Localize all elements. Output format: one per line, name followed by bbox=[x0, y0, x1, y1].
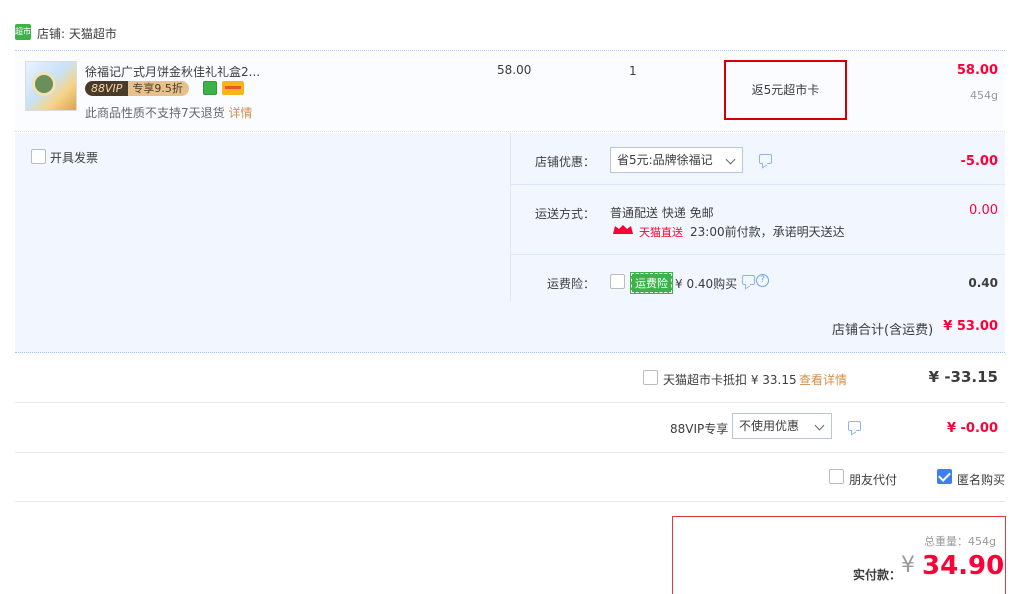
friend-pay-checkbox[interactable] bbox=[829, 469, 844, 484]
return-policy-note: 此商品性质不支持7天退货 详情 bbox=[85, 104, 252, 121]
insurance-checkbox[interactable] bbox=[610, 274, 625, 289]
invoice-label: 开具发票 bbox=[50, 151, 99, 165]
vip-select[interactable]: 不使用优惠 bbox=[732, 413, 832, 439]
vip-amount: ¥ -0.00 bbox=[946, 421, 998, 436]
shop-discount-amount: -5.00 bbox=[960, 154, 998, 169]
quantity: 1 bbox=[629, 64, 637, 78]
chevron-down-icon bbox=[725, 154, 736, 165]
card-deduct-amount: ¥ -33.15 bbox=[928, 368, 998, 386]
vip-select-value: 不使用优惠 bbox=[739, 419, 800, 433]
friend-pay-label: 朋友代付 bbox=[849, 473, 898, 487]
vip-label: 88VIP专享 bbox=[670, 422, 729, 436]
help-icon[interactable]: ? bbox=[756, 274, 769, 287]
product-title-link[interactable]: 徐福记广式月饼金秋佳礼礼盒2... bbox=[85, 63, 260, 80]
promo-highlight-box: 返5元超市卡 bbox=[724, 60, 847, 120]
return-policy-text: 此商品性质不支持7天退货 bbox=[85, 106, 225, 120]
message-icon[interactable] bbox=[742, 275, 755, 285]
details-link[interactable]: 详情 bbox=[228, 106, 252, 120]
item-subtotal: 58.00 bbox=[956, 63, 998, 78]
service-badge-icon bbox=[203, 81, 217, 95]
divider bbox=[15, 402, 1005, 403]
vip-discount-tag: 88VIP 专享9.5折 bbox=[85, 81, 189, 96]
tmall-supermarket-icon: 超市 bbox=[15, 24, 31, 40]
insurance-amount: 0.40 bbox=[968, 276, 998, 290]
insurance-price: ¥ 0.40购买 bbox=[675, 277, 738, 291]
vip-tag-label: 88VIP bbox=[85, 81, 129, 96]
anonymous-checkbox[interactable] bbox=[937, 469, 952, 484]
shop-discount-select[interactable]: 省5元:品牌徐福记 bbox=[610, 147, 743, 173]
delivery-promise: 23:00前付款，承诺明天送达 bbox=[690, 225, 845, 239]
chevron-down-icon bbox=[814, 420, 825, 431]
store-name[interactable]: 店铺: 天猫超市 bbox=[37, 25, 117, 42]
shipping-method: 普通配送 快递 免邮 bbox=[610, 206, 714, 220]
total-weight: 总重量：454g bbox=[924, 535, 996, 548]
divider bbox=[15, 452, 1005, 453]
vip-tag-discount: 专享9.5折 bbox=[128, 81, 189, 96]
shipping-label: 运送方式： bbox=[535, 207, 596, 221]
card-badge-icon bbox=[222, 81, 244, 95]
view-details-link[interactable]: 查看详情 bbox=[799, 371, 847, 388]
shop-discount-label: 店铺优惠： bbox=[535, 155, 596, 169]
shipping-amount: 0.00 bbox=[969, 203, 998, 218]
unit-price: 58.00 bbox=[497, 63, 532, 77]
store-total-amount: ¥ 53.00 bbox=[943, 319, 998, 334]
anonymous-label: 匿名购买 bbox=[957, 473, 1006, 487]
card-deduct-label: 天猫超市卡抵扣 ¥ 33.15 bbox=[663, 373, 797, 387]
pay-label: 实付款： bbox=[853, 568, 902, 582]
insurance-tag: 运费险 bbox=[630, 272, 673, 294]
shop-discount-value: 省5元:品牌徐福记 bbox=[617, 153, 713, 167]
tmall-direct-badge: 天猫直送 bbox=[639, 226, 683, 239]
insurance-label: 运费险： bbox=[547, 277, 596, 291]
message-icon[interactable] bbox=[848, 421, 861, 431]
currency-symbol: ¥ bbox=[901, 553, 915, 578]
tmall-cat-icon bbox=[611, 224, 635, 235]
message-icon[interactable] bbox=[759, 154, 772, 164]
product-thumbnail[interactable] bbox=[25, 61, 77, 111]
divider bbox=[15, 501, 1005, 502]
store-total-label: 店铺合计(含运费) bbox=[832, 323, 934, 338]
divider bbox=[510, 184, 1005, 185]
card-deduct-checkbox[interactable] bbox=[643, 370, 658, 385]
divider bbox=[510, 254, 1005, 255]
invoice-checkbox[interactable] bbox=[31, 149, 46, 164]
pay-amount: 34.90 bbox=[922, 551, 1005, 581]
item-weight: 454g bbox=[970, 89, 998, 102]
